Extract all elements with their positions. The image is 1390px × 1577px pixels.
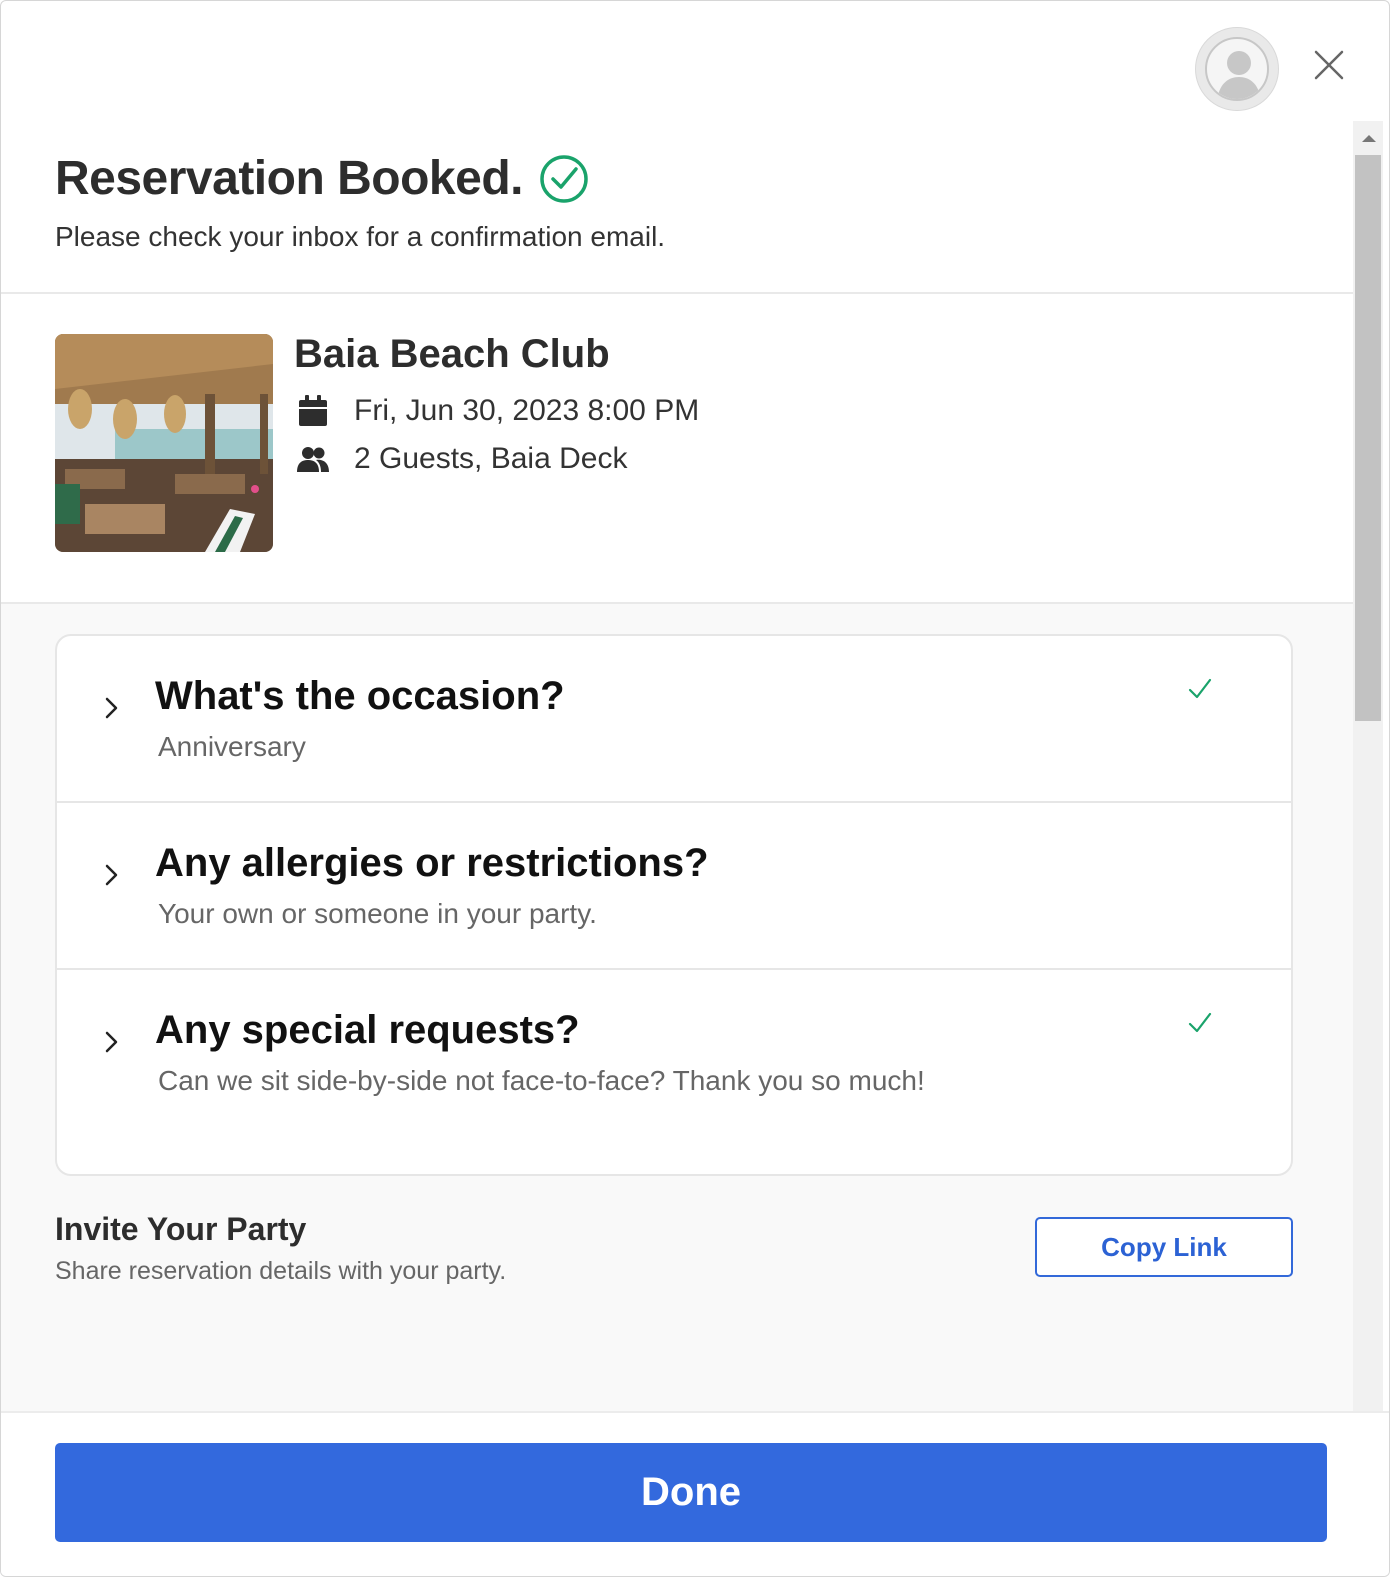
restaurant-photo bbox=[55, 334, 273, 552]
copy-link-button[interactable]: Copy Link bbox=[1035, 1217, 1293, 1277]
scroll-up-arrow-icon[interactable] bbox=[1362, 135, 1376, 142]
user-avatar-icon bbox=[1205, 37, 1269, 101]
invite-subtitle: Share reservation details with your part… bbox=[55, 1257, 507, 1285]
reservation-party-row: 2 Guests, Baia Deck bbox=[296, 442, 627, 476]
reservation-details: What's the occasion? Anniversary Any all… bbox=[1, 604, 1353, 1411]
page-title: Reservation Booked. bbox=[55, 152, 523, 205]
guests-icon bbox=[296, 442, 330, 476]
chevron-right-icon bbox=[105, 1031, 118, 1053]
allergies-title: Any allergies or restrictions? bbox=[155, 841, 709, 885]
chevron-right-icon bbox=[105, 864, 118, 886]
reservation-datetime-row: Fri, Jun 30, 2023 8:00 PM bbox=[296, 394, 699, 428]
allergies-value: Your own or someone in your party. bbox=[158, 898, 597, 929]
occasion-value: Anniversary bbox=[158, 731, 306, 762]
allergies-item[interactable]: Any allergies or restrictions? Your own … bbox=[57, 803, 1291, 970]
check-circle-icon bbox=[540, 154, 588, 203]
confirmation-subtitle: Please check your inbox for a confirmati… bbox=[55, 221, 666, 252]
occasion-title: What's the occasion? bbox=[155, 674, 565, 718]
reservation-modal: Reservation Booked. Please check your in… bbox=[0, 0, 1390, 1577]
restaurant-name: Baia Beach Club bbox=[294, 332, 610, 376]
check-icon bbox=[1188, 678, 1212, 699]
modal-scroll-content: Reservation Booked. Please check your in… bbox=[1, 121, 1353, 1411]
calendar-icon bbox=[296, 394, 330, 428]
special-requests-title: Any special requests? bbox=[155, 1008, 580, 1052]
reservation-datetime: Fri, Jun 30, 2023 8:00 PM bbox=[354, 394, 700, 427]
scrollbar-thumb[interactable] bbox=[1355, 155, 1381, 721]
modal-topbar bbox=[1, 1, 1389, 121]
user-avatar-button[interactable] bbox=[1195, 27, 1279, 111]
close-icon bbox=[1314, 50, 1344, 80]
modal-footer: Done bbox=[1, 1411, 1389, 1576]
special-requests-item[interactable]: Any special requests? Can we sit side-by… bbox=[57, 970, 1291, 1137]
scrollbar[interactable] bbox=[1353, 121, 1383, 1411]
occasion-item[interactable]: What's the occasion? Anniversary bbox=[57, 636, 1291, 803]
chevron-right-icon bbox=[105, 697, 118, 719]
reservation-party: 2 Guests, Baia Deck bbox=[354, 442, 628, 475]
restaurant-summary: Baia Beach Club Fri, Jun 30, 2023 8:00 P… bbox=[1, 294, 1353, 604]
confirmation-header: Reservation Booked. Please check your in… bbox=[1, 121, 1353, 294]
questions-card: What's the occasion? Anniversary Any all… bbox=[55, 634, 1293, 1176]
done-button[interactable]: Done bbox=[55, 1443, 1327, 1542]
check-icon bbox=[1188, 1012, 1212, 1033]
special-requests-value: Can we sit side-by-side not face-to-face… bbox=[158, 1065, 925, 1096]
close-button[interactable] bbox=[1309, 45, 1349, 85]
invite-title: Invite Your Party bbox=[55, 1211, 307, 1247]
